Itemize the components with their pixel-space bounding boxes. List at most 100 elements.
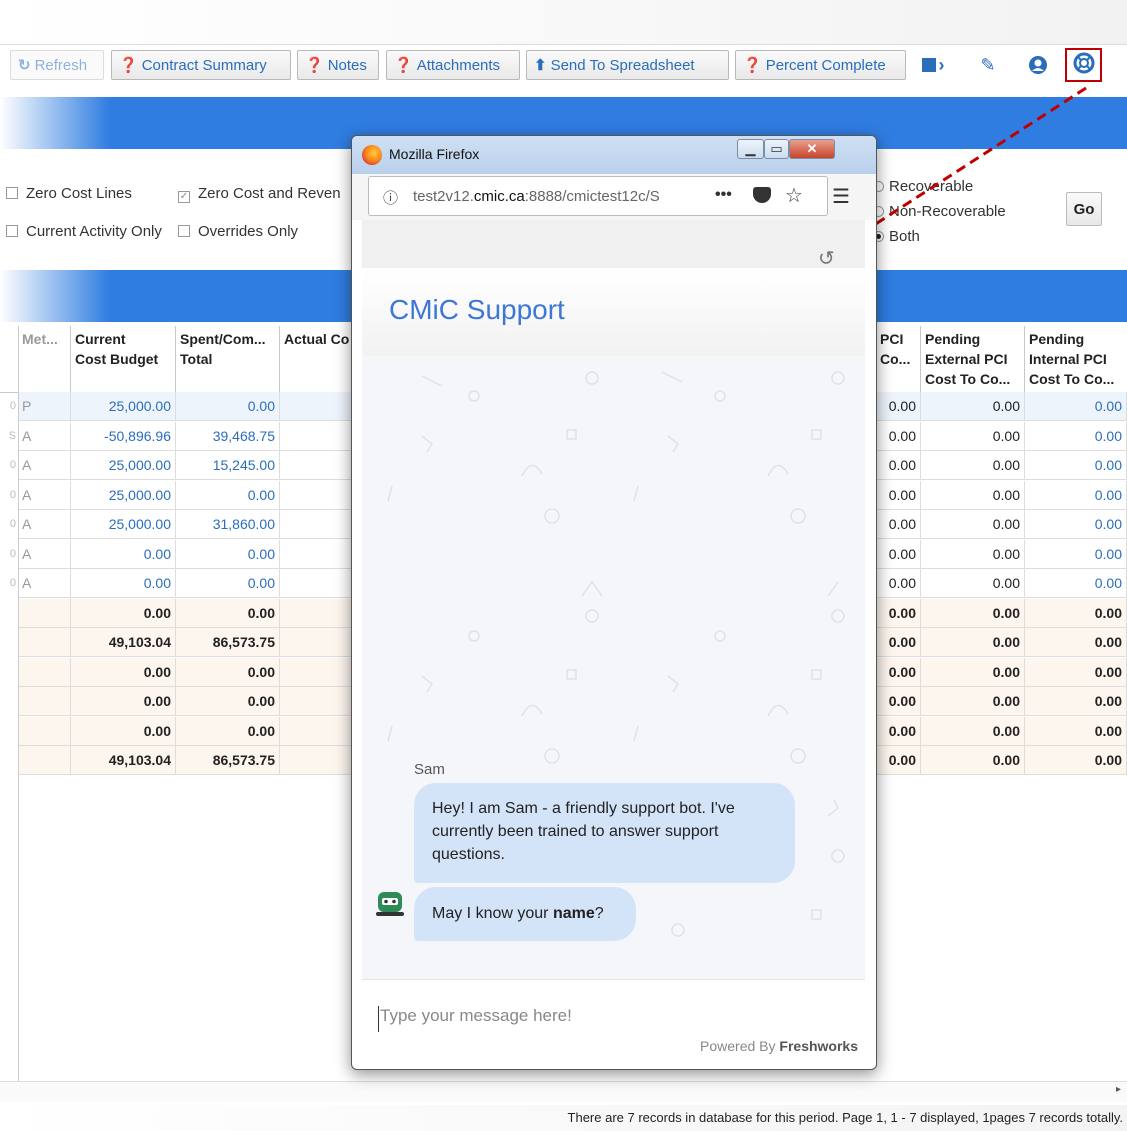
cell-spent[interactable]: 0.00 bbox=[176, 480, 280, 509]
info-icon[interactable]: ⓘ bbox=[383, 187, 398, 208]
column-header-pci-cost[interactable]: PCI Co... bbox=[876, 326, 921, 392]
cell-spent[interactable]: 0.00 bbox=[176, 598, 280, 627]
cell-actual[interactable] bbox=[280, 746, 360, 774]
cell-int[interactable]: 0.00 bbox=[1025, 598, 1127, 627]
cell-budget[interactable]: 25,000.00 bbox=[71, 510, 176, 538]
hamburger-menu-icon[interactable]: ☰ bbox=[832, 184, 850, 209]
cell-met[interactable] bbox=[18, 657, 71, 686]
cell-pci[interactable]: 0.00 bbox=[876, 480, 921, 509]
cell-pci[interactable]: 0.00 bbox=[876, 716, 921, 745]
user-icon[interactable] bbox=[1022, 51, 1054, 79]
overrides-only-filter[interactable]: Overrides Only bbox=[178, 223, 298, 240]
percent-complete-button[interactable]: ❓ Percent Complete bbox=[735, 50, 906, 80]
cell-pci[interactable]: 0.00 bbox=[876, 392, 921, 420]
cell-actual[interactable] bbox=[280, 451, 360, 479]
cell-pci[interactable]: 0.00 bbox=[876, 569, 921, 597]
cell-ext[interactable]: 0.00 bbox=[921, 392, 1025, 420]
cell-pci[interactable]: 0.00 bbox=[876, 451, 921, 479]
url-bar[interactable]: ⓘ test2v12.cmic.ca:8888/cmictest12c/S ••… bbox=[368, 176, 828, 216]
cell-pci[interactable]: 0.00 bbox=[876, 510, 921, 538]
cell-spent[interactable]: 86,573.75 bbox=[176, 746, 280, 774]
refresh-button[interactable]: ↻ Refresh bbox=[10, 50, 104, 80]
pocket-icon[interactable] bbox=[753, 187, 771, 203]
minimize-button[interactable]: ▁ bbox=[737, 139, 764, 159]
cell-pci[interactable]: 0.00 bbox=[876, 687, 921, 715]
cell-met[interactable] bbox=[18, 716, 71, 745]
cell-ext[interactable]: 0.00 bbox=[921, 569, 1025, 597]
column-header-pending-internal[interactable]: Pending Internal PCI Cost To Co... bbox=[1025, 326, 1127, 392]
cell-actual[interactable] bbox=[280, 657, 360, 686]
cell-actual[interactable] bbox=[280, 716, 360, 745]
edit-icon[interactable]: ✎ bbox=[972, 51, 1004, 79]
page-actions-icon[interactable]: ••• bbox=[715, 186, 732, 204]
cell-int[interactable]: 0.00 bbox=[1025, 687, 1127, 715]
cell-actual[interactable] bbox=[280, 598, 360, 627]
zero-cost-revenue-checkbox[interactable]: ✓ bbox=[178, 191, 190, 203]
cell-spent[interactable]: 0.00 bbox=[176, 657, 280, 686]
cell-met[interactable] bbox=[18, 746, 71, 774]
cell-actual[interactable] bbox=[280, 510, 360, 538]
scroll-right-arrow[interactable]: ▸ bbox=[1116, 1084, 1121, 1095]
cell-met[interactable]: A bbox=[18, 421, 71, 450]
cell-actual[interactable] bbox=[280, 480, 360, 509]
cell-ext[interactable]: 0.00 bbox=[921, 480, 1025, 509]
cell-pci[interactable]: 0.00 bbox=[876, 421, 921, 450]
cell-int[interactable]: 0.00 bbox=[1025, 569, 1127, 597]
cell-met[interactable]: A bbox=[18, 510, 71, 538]
notes-button[interactable]: ❓ Notes bbox=[297, 50, 379, 80]
column-header-met[interactable]: Met... bbox=[18, 326, 71, 392]
more-actions-button[interactable]: › bbox=[913, 51, 953, 79]
cell-pci[interactable]: 0.00 bbox=[876, 628, 921, 656]
cell-int[interactable]: 0.00 bbox=[1025, 510, 1127, 538]
cell-int[interactable]: 0.00 bbox=[1025, 657, 1127, 686]
cell-actual[interactable] bbox=[280, 628, 360, 656]
cell-int[interactable]: 0.00 bbox=[1025, 392, 1127, 420]
cell-int[interactable]: 0.00 bbox=[1025, 716, 1127, 745]
zero-cost-revenue-filter[interactable]: ✓ Zero Cost and Reven bbox=[178, 185, 341, 203]
cell-spent[interactable]: 0.00 bbox=[176, 716, 280, 745]
cell-int[interactable]: 0.00 bbox=[1025, 539, 1127, 568]
cell-ext[interactable]: 0.00 bbox=[921, 510, 1025, 538]
cell-actual[interactable] bbox=[280, 687, 360, 715]
cell-ext[interactable]: 0.00 bbox=[921, 746, 1025, 774]
cell-spent[interactable]: 0.00 bbox=[176, 392, 280, 420]
send-to-spreadsheet-button[interactable]: ⬆ Send To Spreadsheet bbox=[526, 50, 729, 80]
column-header-spent-committed[interactable]: Spent/Com... Total bbox=[176, 326, 280, 392]
cell-met[interactable]: A bbox=[18, 451, 71, 479]
cell-budget[interactable]: 0.00 bbox=[71, 716, 176, 745]
message-input[interactable]: Type your message here! bbox=[378, 1006, 850, 1032]
cell-met[interactable]: A bbox=[18, 569, 71, 597]
maximize-button[interactable]: ▭ bbox=[764, 139, 789, 159]
lifebuoy-icon[interactable] bbox=[1065, 48, 1102, 82]
cell-budget[interactable]: 25,000.00 bbox=[71, 392, 176, 420]
cell-budget[interactable]: 0.00 bbox=[71, 657, 176, 686]
overrides-only-checkbox[interactable] bbox=[178, 225, 190, 237]
contract-summary-button[interactable]: ❓ Contract Summary bbox=[111, 50, 291, 80]
cell-actual[interactable] bbox=[280, 421, 360, 450]
cell-spent[interactable]: 86,573.75 bbox=[176, 628, 280, 656]
cell-met[interactable] bbox=[18, 628, 71, 656]
cell-met[interactable]: A bbox=[18, 480, 71, 509]
cell-spent[interactable]: 0.00 bbox=[176, 539, 280, 568]
cell-budget[interactable]: 49,103.04 bbox=[71, 628, 176, 656]
cell-budget[interactable]: -50,896.96 bbox=[71, 421, 176, 450]
cell-met[interactable] bbox=[18, 687, 71, 715]
cell-pci[interactable]: 0.00 bbox=[876, 539, 921, 568]
cell-ext[interactable]: 0.00 bbox=[921, 451, 1025, 479]
cell-actual[interactable] bbox=[280, 392, 360, 420]
cell-pci[interactable]: 0.00 bbox=[876, 598, 921, 627]
cell-ext[interactable]: 0.00 bbox=[921, 716, 1025, 745]
cell-budget[interactable]: 0.00 bbox=[71, 569, 176, 597]
attachments-button[interactable]: ❓ Attachments bbox=[386, 50, 520, 80]
cell-int[interactable]: 0.00 bbox=[1025, 480, 1127, 509]
cell-int[interactable]: 0.00 bbox=[1025, 746, 1127, 774]
cell-ext[interactable]: 0.00 bbox=[921, 421, 1025, 450]
cell-int[interactable]: 0.00 bbox=[1025, 421, 1127, 450]
cell-spent[interactable]: 39,468.75 bbox=[176, 421, 280, 450]
cell-ext[interactable]: 0.00 bbox=[921, 598, 1025, 627]
cell-int[interactable]: 0.00 bbox=[1025, 451, 1127, 479]
cell-ext[interactable]: 0.00 bbox=[921, 628, 1025, 656]
cell-met[interactable]: A bbox=[18, 539, 71, 568]
cell-budget[interactable]: 49,103.04 bbox=[71, 746, 176, 774]
column-header-pending-external[interactable]: Pending External PCI Cost To Co... bbox=[921, 326, 1025, 392]
